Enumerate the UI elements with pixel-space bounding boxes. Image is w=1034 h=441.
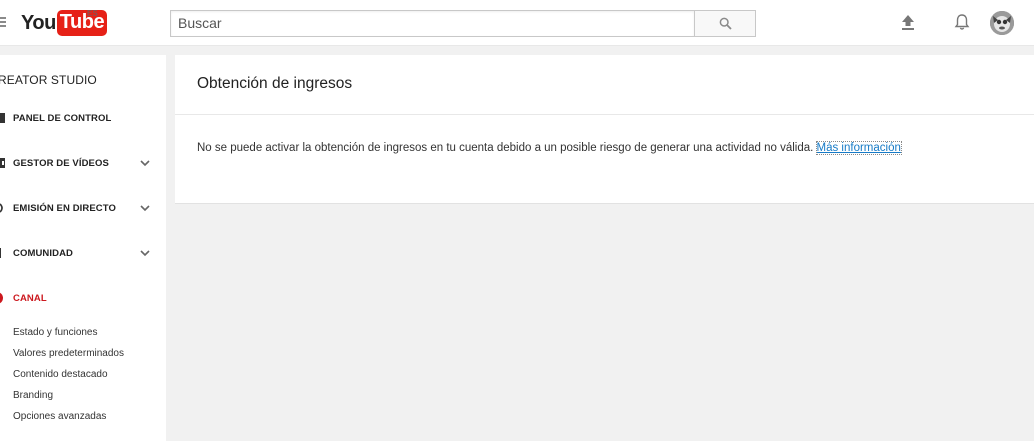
avatar[interactable] [990,11,1014,35]
divider [175,114,1034,115]
channel-subitem-defaults[interactable]: Valores predeterminados [13,348,124,359]
dashboard-icon [0,113,5,123]
channel-subitem-advanced[interactable]: Opciones avanzadas [13,411,106,422]
sidebar-item-label: COMUNIDAD [13,247,74,259]
sidebar-item-channel[interactable]: CANAL [0,286,166,310]
sidebar-item-dashboard[interactable]: PANEL DE CONTROL [0,106,166,130]
channel-subitem-status[interactable]: Estado y funciones [13,327,98,338]
community-icon [0,248,1,258]
sidebar-item-label: GESTOR DE VÍDEOS [13,157,109,169]
page-title: Obtención de ingresos [197,75,353,92]
sidebar-item-label: CANAL [13,292,47,304]
creator-studio-title: REATOR STUDIO [0,73,97,87]
sidebar-item-label: PANEL DE CONTROL [13,112,112,124]
sidebar-item-label: EMISIÓN EN DIRECTO [13,202,116,214]
sidebar-item-community[interactable]: COMUNIDAD [0,241,166,265]
chevron-down-icon[interactable] [140,248,150,258]
logo-you-text: You [21,12,56,34]
more-info-link[interactable]: Más información [815,141,902,155]
monetization-card: Obtención de ingresos No se puede activa… [175,55,1034,204]
logo-tube-text: Tube [56,10,108,36]
video-manager-icon [0,158,5,168]
youtube-logo[interactable]: You Tube ES [21,9,108,36]
channel-subitem-branding[interactable]: Branding [13,390,53,401]
sidebar: REATOR STUDIO PANEL DE CONTROL GESTOR DE… [0,55,166,441]
hamburger-icon[interactable] [0,17,6,27]
sidebar-item-live-streaming[interactable]: EMISIÓN EN DIRECTO [0,196,166,220]
sidebar-item-video-manager[interactable]: GESTOR DE VÍDEOS [0,151,166,175]
bell-icon[interactable] [952,12,972,32]
channel-subitem-featured[interactable]: Contenido destacado [13,369,108,380]
message-text: No se puede activar la obtención de ingr… [197,142,817,154]
live-icon [0,203,3,213]
upload-icon[interactable] [898,12,918,32]
search-button[interactable] [694,10,756,37]
channel-icon [0,292,3,304]
chevron-down-icon[interactable] [140,158,150,168]
search-icon [719,17,732,30]
chevron-down-icon[interactable] [140,203,150,213]
top-bar: You Tube ES [0,0,1034,46]
search-input[interactable] [170,10,694,37]
monetization-message: No se puede activar la obtención de ingr… [197,141,902,155]
region-code: ES [87,9,98,18]
